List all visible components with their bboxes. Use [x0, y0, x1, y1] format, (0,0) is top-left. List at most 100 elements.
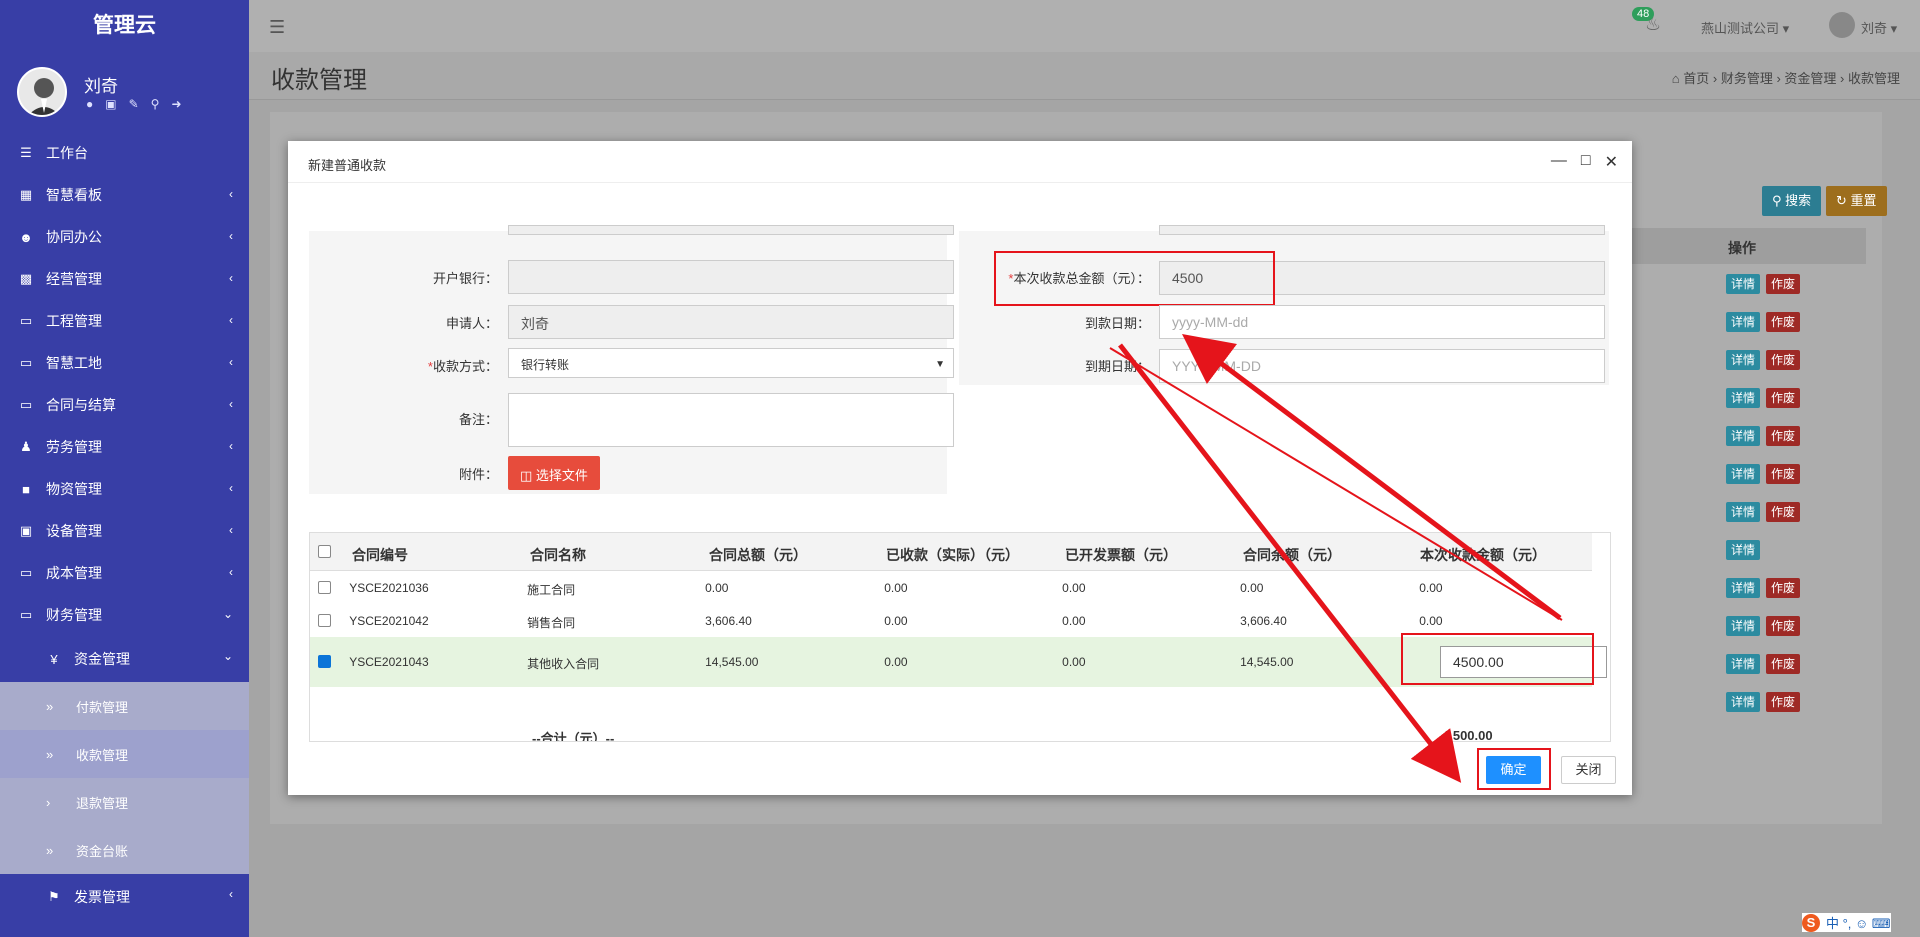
void-button[interactable]: 作废	[1766, 616, 1801, 636]
row-checkbox[interactable]	[318, 614, 331, 627]
account-name-field[interactable]	[1159, 225, 1605, 235]
breadcrumb-finance[interactable]: 财务管理	[1721, 71, 1773, 86]
attachment-label: 附件：	[458, 467, 498, 482]
sidebar-sub-refund[interactable]: › 退款管理	[0, 778, 249, 826]
search-button[interactable]: ⚲ 搜索	[1762, 186, 1822, 216]
applicant-field[interactable]: 刘奇	[508, 305, 954, 339]
cell-no: YSCE2021043	[349, 655, 429, 669]
key-icon[interactable]: ⚲	[151, 97, 160, 111]
sidebar: 管理云 刘奇 ● ▣ ✎ ⚲ ➜ ☰ 工作台 ▦ 智慧看板 ‹ ☻ 协同办公 ‹ ▩ 经营管…	[0, 0, 249, 937]
user-icon[interactable]: ●	[86, 97, 93, 111]
sidebar-sub-ledger[interactable]: » 资金台账	[0, 826, 249, 874]
sidebar-item-labor[interactable]: ♟ 劳务管理 ‹	[0, 426, 249, 468]
sidebar-item-finance[interactable]: ▭ 财务管理 ⌄	[0, 594, 249, 636]
detail-button[interactable]: 详情	[1726, 692, 1761, 712]
breadcrumb-receipt: 收款管理	[1847, 71, 1900, 86]
detail-button[interactable]: 详情	[1726, 388, 1761, 408]
detail-button[interactable]: 详情	[1726, 654, 1761, 674]
sidebar-item-equipment[interactable]: ▣ 设备管理 ‹	[0, 510, 249, 552]
detail-button[interactable]: 详情	[1726, 540, 1761, 560]
user-avatar[interactable]	[1829, 12, 1855, 38]
cell-no: YSCE2021042	[349, 614, 429, 628]
detail-button[interactable]: 详情	[1726, 350, 1761, 370]
due-date-input[interactable]: YYYY-MM-DD	[1159, 349, 1605, 383]
void-button[interactable]: 作废	[1766, 464, 1801, 484]
close-icon[interactable]: ✕	[1605, 152, 1618, 172]
cell-total: 14,545.00	[705, 655, 759, 669]
sidebar-item-fund[interactable]: ¥ 资金管理 ⌄	[0, 636, 249, 682]
table-row[interactable]: YSCE2021036 施工合同 0.00 0.00 0.00 0.00 0.00	[310, 571, 1592, 604]
detail-button[interactable]: 详情	[1726, 502, 1761, 522]
void-button[interactable]: 作废	[1766, 692, 1801, 712]
sidebar-sub-payment[interactable]: » 付款管理	[0, 682, 249, 730]
highlight-confirm-button	[1477, 748, 1551, 790]
bank-account-field[interactable]	[508, 225, 954, 235]
top-header: ☰ 48 ♨ 燕山测试公司 ▾ 刘奇 ▾	[249, 0, 1920, 52]
void-button[interactable]: 作废	[1766, 274, 1801, 294]
breadcrumb: ⌂ 首页 › 财务管理 › 资金管理 › 收款管理	[1671, 71, 1900, 86]
detail-button[interactable]: 详情	[1726, 274, 1761, 294]
select-all-checkbox[interactable]	[318, 545, 331, 558]
breadcrumb-fund[interactable]: 资金管理	[1784, 71, 1836, 86]
ops-column-header: 操作	[1728, 240, 1756, 256]
table-row[interactable]: YSCE2021042 销售合同 3,606.40 0.00 0.00 3,606.40 0…	[310, 604, 1592, 637]
row-checkbox[interactable]	[318, 581, 331, 594]
company-dropdown[interactable]: 燕山测试公司 ▾	[1701, 18, 1789, 37]
user-profile: 刘奇 ● ▣ ✎ ⚲ ➜	[0, 52, 249, 132]
chevron-left-icon: ‹	[229, 229, 233, 243]
logout-icon[interactable]: ➜	[171, 97, 181, 111]
sidebar-item-business[interactable]: ▩ 经营管理 ‹	[0, 258, 249, 300]
table-row[interactable]: YSCE2021043 其他收入合同 14,545.00 0.00 0.00 14,545…	[310, 637, 1607, 687]
detail-button[interactable]: 详情	[1726, 312, 1761, 332]
void-button[interactable]: 作废	[1766, 502, 1801, 522]
bank-field[interactable]	[508, 260, 954, 294]
void-button[interactable]: 作废	[1766, 350, 1801, 370]
method-select[interactable]: 银行转账 ▼	[508, 348, 954, 378]
detail-button[interactable]: 详情	[1726, 616, 1761, 636]
bell-icon[interactable]: ♨	[1645, 14, 1661, 35]
tag-icon: ⚑	[48, 889, 60, 904]
remark-textarea[interactable]	[508, 393, 954, 447]
refresh-icon: ↻	[1836, 193, 1847, 208]
reset-button[interactable]: ↻ 重置	[1826, 186, 1887, 216]
cell-name: 销售合同	[527, 616, 576, 630]
detail-button[interactable]: 详情	[1726, 426, 1761, 446]
arrival-date-input[interactable]: yyyy-MM-dd	[1159, 305, 1605, 339]
close-button[interactable]: 关闭	[1561, 756, 1616, 784]
sidebar-item-site[interactable]: ▭ 智慧工地 ‹	[0, 342, 249, 384]
yen-icon: ¥	[50, 651, 58, 667]
cell-name: 其他收入合同	[527, 657, 600, 671]
row-checkbox[interactable]	[318, 655, 331, 668]
user-dropdown[interactable]: 刘奇 ▾	[1861, 18, 1897, 37]
row-actions: 详情 作废	[1726, 692, 1801, 712]
sidebar-item-material[interactable]: ■ 物资管理 ‹	[0, 468, 249, 510]
sidebar-sub-receipt[interactable]: » 收款管理	[0, 730, 249, 778]
folder-open-icon: ◫	[520, 468, 533, 483]
row-actions: 详情 作废	[1726, 616, 1801, 636]
sidebar-item-office[interactable]: ☻ 协同办公 ‹	[0, 216, 249, 258]
chevron-left-icon: ‹	[229, 565, 233, 579]
edit-icon[interactable]: ✎	[129, 97, 139, 111]
void-button[interactable]: 作废	[1766, 578, 1801, 598]
sidebar-item-contract[interactable]: ▭ 合同与结算 ‹	[0, 384, 249, 426]
void-button[interactable]: 作废	[1766, 388, 1801, 408]
choose-file-button[interactable]: ◫ 选择文件	[508, 456, 600, 490]
maximize-icon[interactable]: □	[1581, 152, 1591, 172]
sidebar-item-dashboard[interactable]: ▦ 智慧看板 ‹	[0, 174, 249, 216]
th-received: 已收款（实际）（元）	[886, 547, 1019, 563]
sidebar-menu: ☰ 工作台 ▦ 智慧看板 ‹ ☻ 协同办公 ‹ ▩ 经营管理 ‹ ▭ 工程管理 ‹ ▭ 智慧工地 ‹ …	[0, 132, 249, 682]
minimize-icon[interactable]: —	[1551, 152, 1567, 172]
sidebar-item-engineering[interactable]: ▭ 工程管理 ‹	[0, 300, 249, 342]
sidebar-item-invoice[interactable]: ⚑ 发票管理 ‹	[0, 874, 249, 920]
void-button[interactable]: 作废	[1766, 426, 1801, 446]
card-icon[interactable]: ▣	[105, 97, 116, 111]
monitor-icon: ▭	[19, 607, 33, 622]
menu-toggle-icon[interactable]: ☰	[269, 17, 285, 38]
detail-button[interactable]: 详情	[1726, 464, 1761, 484]
void-button[interactable]: 作废	[1766, 312, 1801, 332]
sidebar-item-workbench[interactable]: ☰ 工作台	[0, 132, 249, 174]
sidebar-item-cost[interactable]: ▭ 成本管理 ‹	[0, 552, 249, 594]
breadcrumb-home[interactable]: 首页	[1683, 71, 1709, 86]
detail-button[interactable]: 详情	[1726, 578, 1761, 598]
void-button[interactable]: 作废	[1766, 654, 1801, 674]
